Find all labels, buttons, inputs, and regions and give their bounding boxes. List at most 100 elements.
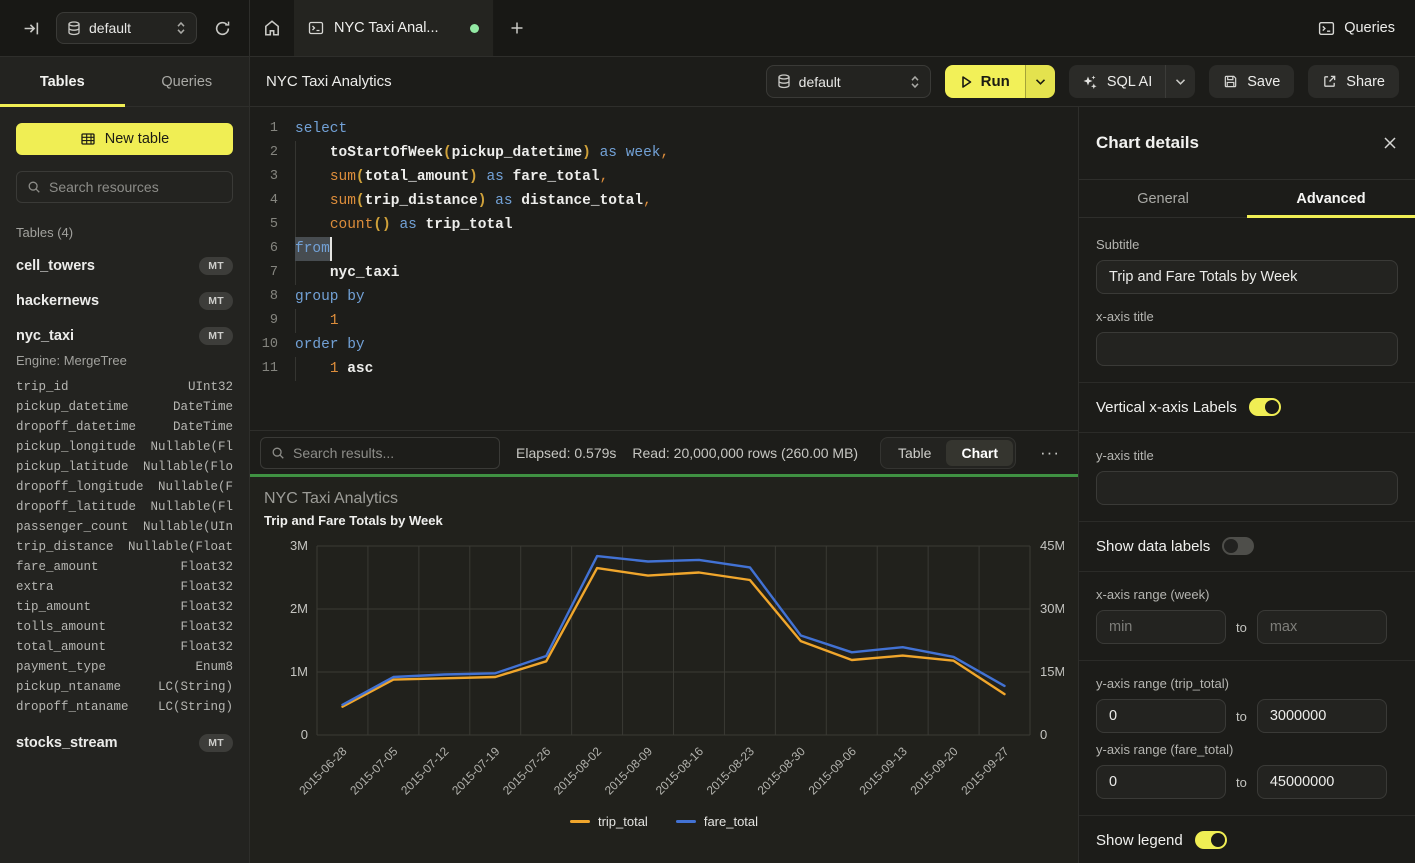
queries-button[interactable]: Queries <box>1318 0 1395 56</box>
results-more-button[interactable]: ··· <box>1032 443 1068 463</box>
run-button[interactable]: Run <box>945 65 1025 98</box>
legend-item-trip_total[interactable]: trip_total <box>570 814 648 829</box>
code-token: ) <box>582 141 591 165</box>
divider <box>1079 432 1415 433</box>
column-name: tolls_amount <box>16 617 106 637</box>
sql-editor[interactable]: 1select2 toStartOfWeek(pickup_datetime) … <box>250 107 1078 430</box>
tab-title: NYC Taxi Anal... <box>334 20 439 36</box>
view-toggle-table[interactable]: Table <box>883 440 946 466</box>
play-icon <box>960 75 973 89</box>
svg-text:2015-08-23: 2015-08-23 <box>704 744 758 798</box>
code-token: nyc_taxi <box>330 261 400 285</box>
svg-text:2015-07-26: 2015-07-26 <box>500 744 554 798</box>
code-line: 9 1 <box>250 309 1078 333</box>
code-token <box>295 309 330 333</box>
code-token: ( <box>356 165 365 189</box>
y-axis-title-label: y-axis title <box>1096 448 1398 463</box>
y-range-fare-min-input[interactable] <box>1096 765 1226 799</box>
code-line: 6from <box>250 237 1078 261</box>
rows-read: Read: 20,000,000 rows (260.00 MB) <box>632 445 858 461</box>
queries-terminal-icon <box>1318 20 1335 37</box>
terminal-icon <box>308 20 324 36</box>
legend-item-fare_total[interactable]: fare_total <box>676 814 758 829</box>
table-item-nyc_taxi[interactable]: nyc_taxiMT <box>16 327 233 345</box>
sidebar-search[interactable] <box>16 171 233 203</box>
code-token: as <box>486 165 503 189</box>
x-axis-title-input[interactable] <box>1096 332 1398 366</box>
queries-button-label: Queries <box>1344 20 1395 36</box>
database-selector-top[interactable]: default <box>56 12 197 44</box>
column-row: dropoff_datetimeDateTime <box>16 417 233 437</box>
run-options-button[interactable] <box>1025 65 1055 98</box>
legend-label: trip_total <box>598 814 648 829</box>
column-row: dropoff_ntanameLC(String) <box>16 697 233 717</box>
column-type: Nullable(Fl <box>150 497 233 517</box>
save-icon <box>1223 74 1238 89</box>
new-tab-button[interactable] <box>494 0 540 56</box>
show-data-labels-toggle[interactable] <box>1222 537 1254 555</box>
code-line: 5 count() as trip_total <box>250 213 1078 237</box>
column-name: passenger_count <box>16 517 129 537</box>
x-range-min-input[interactable] <box>1096 610 1226 644</box>
results-search-input[interactable] <box>293 445 489 461</box>
new-table-button[interactable]: New table <box>16 123 233 155</box>
column-name: dropoff_datetime <box>16 417 136 437</box>
to-label: to <box>1236 620 1247 635</box>
share-button[interactable]: Share <box>1308 65 1399 98</box>
panel-tab-general[interactable]: General <box>1079 180 1247 217</box>
table-item-hackernews[interactable]: hackernewsMT <box>16 292 233 310</box>
code-token: ) <box>478 189 487 213</box>
sql-ai-button[interactable]: SQL AI <box>1069 65 1165 98</box>
share-icon <box>1322 74 1337 89</box>
table-item-stocks_stream[interactable]: stocks_streamMT <box>16 734 233 752</box>
subtitle-input[interactable] <box>1096 260 1398 294</box>
tab-strip: NYC Taxi Anal... Queries <box>250 0 1415 56</box>
svg-text:0: 0 <box>1040 727 1047 742</box>
column-name: fare_amount <box>16 557 99 577</box>
vertical-x-axis-labels-toggle[interactable] <box>1249 398 1281 416</box>
table-list: cell_towersMThackernewsMTnyc_taxiMTEngin… <box>16 257 233 752</box>
code-token <box>504 165 513 189</box>
line-number: 3 <box>250 165 278 189</box>
column-row: pickup_latitudeNullable(Flo <box>16 457 233 477</box>
refresh-button[interactable] <box>207 13 237 43</box>
code-token: as <box>399 213 416 237</box>
code-token: toStartOfWeek <box>330 141 443 165</box>
code-token <box>591 141 600 165</box>
save-button[interactable]: Save <box>1209 65 1294 98</box>
code-token: pickup_datetime <box>452 141 583 165</box>
database-selector-main[interactable]: default <box>766 65 931 98</box>
view-toggle-chart[interactable]: Chart <box>946 440 1013 466</box>
tab-nyc-taxi-analytics[interactable]: NYC Taxi Anal... <box>294 0 494 56</box>
y-range-trip-min-input[interactable] <box>1096 699 1226 733</box>
code-token <box>295 141 330 165</box>
y-range-trip-max-input[interactable] <box>1257 699 1387 733</box>
sidebar-tab-queries[interactable]: Queries <box>125 57 250 106</box>
home-button[interactable] <box>250 0 294 56</box>
column-name: tip_amount <box>16 597 91 617</box>
code-line: 1select <box>250 117 1078 141</box>
show-legend-label: Show legend <box>1096 832 1183 849</box>
column-row: total_amountFloat32 <box>16 637 233 657</box>
show-legend-toggle[interactable] <box>1195 831 1227 849</box>
svg-text:2015-09-06: 2015-09-06 <box>806 744 860 798</box>
tables-section-label: Tables (4) <box>16 225 233 240</box>
updown-chevron-icon <box>176 21 186 35</box>
code-token: order by <box>295 333 365 357</box>
y-range-fare-max-input[interactable] <box>1257 765 1387 799</box>
line-chart[interactable]: 001M15M2M30M3M45M2015-06-282015-07-05201… <box>264 534 1064 812</box>
divider <box>1079 571 1415 572</box>
sql-ai-options-button[interactable] <box>1165 65 1195 98</box>
y-axis-title-input[interactable] <box>1096 471 1398 505</box>
close-panel-button[interactable] <box>1382 135 1398 151</box>
code-token: , <box>600 165 609 189</box>
panel-tab-advanced[interactable]: Advanced <box>1247 180 1415 217</box>
sidebar-tab-tables[interactable]: Tables <box>0 57 125 106</box>
sql-ai-split-button: SQL AI <box>1069 65 1195 98</box>
table-item-cell_towers[interactable]: cell_towersMT <box>16 257 233 275</box>
sidebar-search-input[interactable] <box>49 179 222 195</box>
collapse-sidebar-button[interactable] <box>16 13 46 43</box>
line-number: 1 <box>250 117 278 141</box>
x-range-max-input[interactable] <box>1257 610 1387 644</box>
results-search[interactable] <box>260 437 500 469</box>
